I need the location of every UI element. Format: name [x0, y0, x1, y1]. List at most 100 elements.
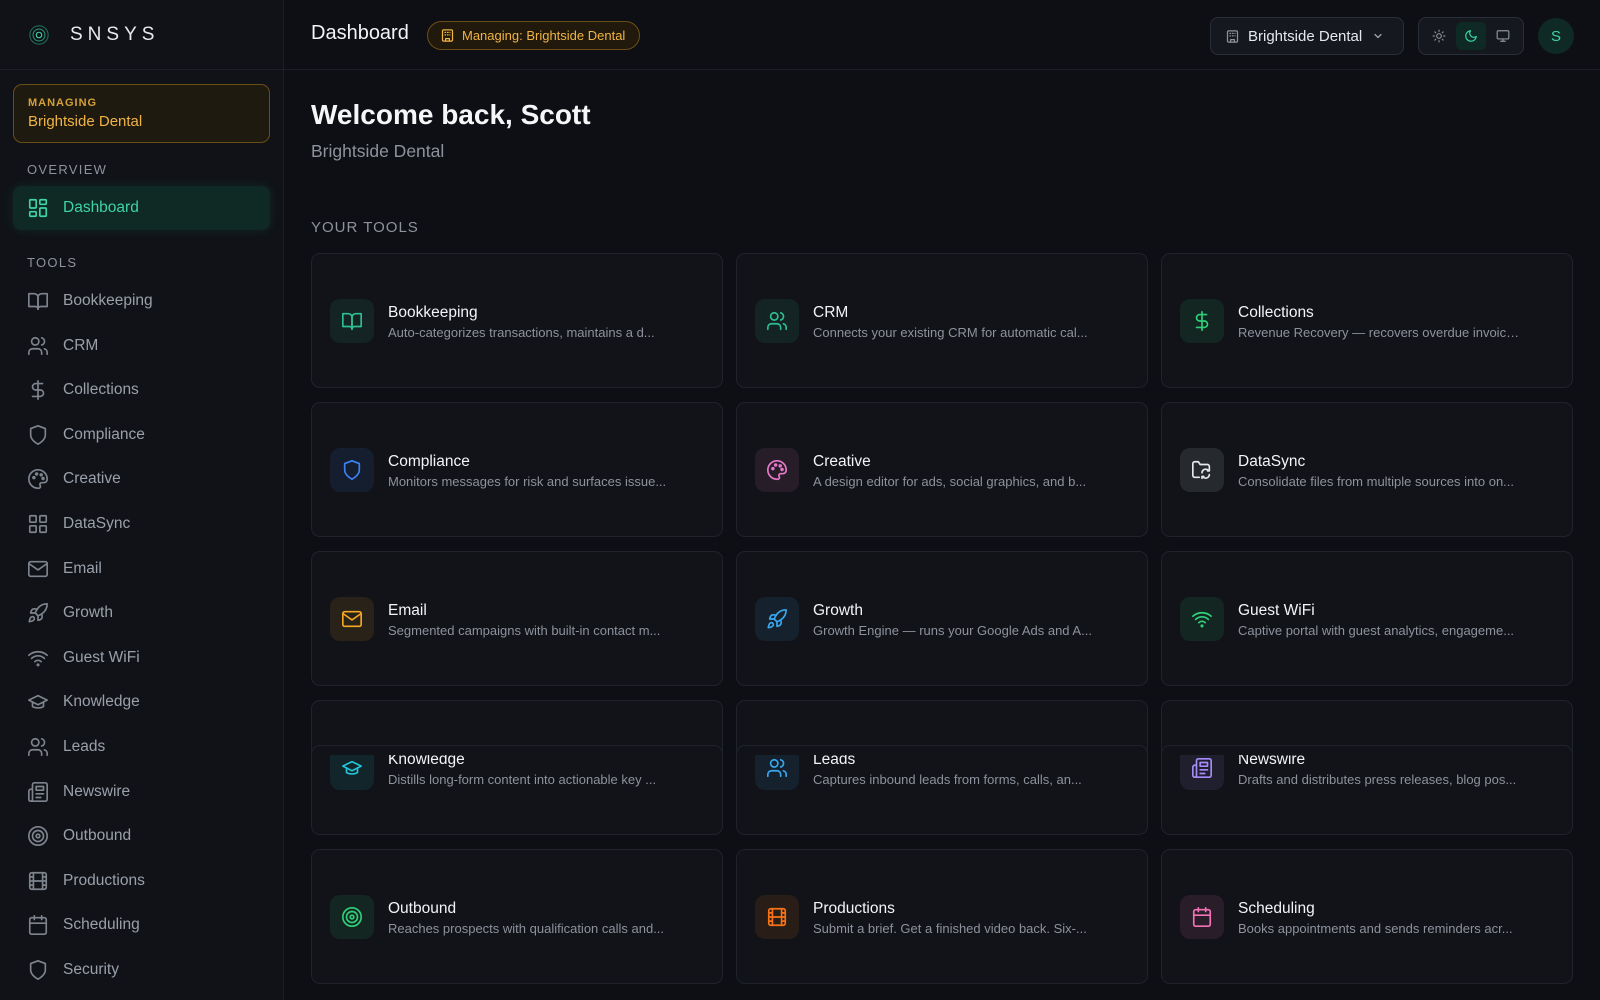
dark-theme-button[interactable] [1456, 22, 1486, 50]
chevron-down-icon [1374, 33, 1382, 39]
users-icon [27, 335, 49, 357]
sidebar-item-bookkeeping[interactable]: Bookkeeping [13, 279, 270, 323]
tools-section-label: TOOLS [27, 255, 78, 270]
shield-icon [27, 959, 49, 981]
sidebar-item-growth[interactable]: Growth [13, 591, 270, 635]
tool-card-newswire[interactable]: Newswire Drafts and distributes press rel… [1161, 700, 1573, 835]
tool-icon-tile [330, 299, 374, 343]
palette-icon [767, 460, 787, 481]
sidebar-item-security[interactable]: Security [13, 948, 270, 992]
tool-card-bookkeeping[interactable]: Bookkeeping Auto-categorizes transactions… [311, 253, 723, 388]
users-icon [767, 311, 787, 331]
sidebar-item-label: Productions [63, 871, 145, 889]
tool-card-datasync[interactable]: DataSync Consolidate files from multiple … [1161, 402, 1573, 537]
sidebar-item-scheduling[interactable]: Scheduling [13, 903, 270, 947]
tool-card-email[interactable]: Email Segmented campaigns with built-in c… [311, 551, 723, 686]
tool-description: Drafts and distributes press releases, b… [1238, 772, 1517, 787]
tool-description: Auto-categorizes transactions, maintains… [388, 325, 655, 340]
tool-icon-tile [755, 299, 799, 343]
tool-card-guest-wifi[interactable]: Guest WiFi Captive portal with guest anal… [1161, 551, 1573, 686]
tool-icon-tile [330, 895, 374, 939]
sun-icon [1432, 29, 1446, 43]
sidebar-item-label: Email [63, 559, 102, 577]
managing-card: MANAGING Brightside Dental [13, 84, 270, 143]
newspaper-icon [27, 781, 49, 803]
tool-icon-tile [1180, 299, 1224, 343]
sidebar-item-label: Compliance [63, 425, 145, 443]
sidebar-item-label: Knowledge [63, 693, 140, 711]
sidebar-item-newswire[interactable]: Newswire [13, 770, 270, 814]
tool-icon-tile [1180, 597, 1224, 641]
newspaper-icon [1192, 758, 1212, 778]
newspaper-icon [28, 781, 48, 802]
tool-card[interactable] [1161, 745, 1573, 755]
brand[interactable]: SNSYS [0, 0, 283, 70]
topbar: Dashboard Managing: Brightside Dental Br… [284, 0, 1600, 70]
tool-card-compliance[interactable]: Compliance Monitors messages for risk and… [311, 402, 723, 537]
tool-card-growth[interactable]: Growth Growth Engine — runs your Google A… [736, 551, 1148, 686]
book-icon [342, 312, 362, 331]
sidebar-item-compliance[interactable]: Compliance [13, 413, 270, 457]
tool-title: Email [388, 602, 427, 619]
tool-card-collections[interactable]: Collections Revenue Recovery — recovers o… [1161, 253, 1573, 388]
managing-badge: Managing: Brightside Dental [427, 21, 641, 50]
tool-card-outbound[interactable]: Outbound Reaches prospects with qualifica… [311, 849, 723, 984]
user-avatar[interactable]: S [1538, 18, 1574, 54]
tool-icon-tile [1180, 895, 1224, 939]
managing-label: MANAGING [28, 97, 98, 109]
sidebar-item-knowledge[interactable]: Knowledge [13, 680, 270, 724]
tool-description: Connects your existing CRM for automatic… [813, 325, 1088, 340]
building-icon [441, 29, 454, 42]
tool-card-knowledge[interactable]: Knowledge Distills long-form content into… [311, 700, 723, 835]
tool-description: Growth Engine — runs your Google Ads and… [813, 623, 1092, 638]
sidebar-item-label: Bookkeeping [63, 292, 153, 309]
mail-icon [27, 558, 49, 580]
tool-title: Scheduling [1238, 900, 1315, 917]
grid-icon [28, 514, 48, 534]
sidebar-item-label: Creative [63, 470, 121, 488]
dashboard-icon [28, 198, 48, 218]
light-theme-button[interactable] [1424, 22, 1454, 50]
dollar-icon [27, 379, 49, 401]
organization-select-value: Brightside Dental [1248, 27, 1363, 45]
wifi-icon [28, 650, 48, 667]
sidebar-item-collections[interactable]: Collections [13, 368, 270, 412]
sidebar-item-outbound[interactable]: Outbound [13, 814, 270, 858]
rocket-icon [28, 603, 48, 623]
calendar-icon [1192, 907, 1212, 927]
sidebar-item-dashboard[interactable]: Dashboard [13, 186, 270, 230]
tool-card[interactable] [736, 745, 1148, 755]
tool-card-crm[interactable]: CRM Connects your existing CRM for automa… [736, 253, 1148, 388]
tool-icon-tile [330, 448, 374, 492]
logo-icon [29, 24, 49, 45]
book-icon [27, 290, 49, 312]
tool-description: Submit a brief. Get a finished video bac… [813, 921, 1087, 936]
system-theme-button[interactable] [1488, 22, 1518, 50]
graduation-cap-icon [342, 760, 362, 775]
tool-card-leads[interactable]: Leads Captures inbound leads from forms, … [736, 700, 1148, 835]
sidebar-item-label: CRM [63, 336, 99, 354]
calendar-icon [27, 914, 49, 936]
tool-card-scheduling[interactable]: Scheduling Books appointments and sends r… [1161, 849, 1573, 984]
page-title: Dashboard [311, 22, 409, 44]
tool-card-creative[interactable]: Creative A design editor for ads, social … [736, 402, 1148, 537]
tool-title: Productions [813, 900, 895, 917]
users-icon [28, 336, 48, 355]
tool-icon-tile [755, 597, 799, 641]
sidebar-item-datasync[interactable]: DataSync [13, 502, 270, 546]
organization-select[interactable]: Brightside Dental [1210, 17, 1404, 55]
film-icon [27, 870, 49, 892]
sidebar-item-productions[interactable]: Productions [13, 859, 270, 903]
film-icon [767, 907, 787, 927]
tool-card-productions[interactable]: Productions Submit a brief. Get a finishe… [736, 849, 1148, 984]
tool-description: Distills long-form content into actionab… [388, 772, 657, 787]
tool-description: Consolidate files from multiple sources … [1238, 474, 1515, 489]
sidebar-item-email[interactable]: Email [13, 547, 270, 591]
sidebar-item-leads[interactable]: Leads [13, 725, 270, 769]
mail-icon [342, 610, 362, 628]
tool-card[interactable] [311, 745, 723, 755]
sidebar-item-creative[interactable]: Creative [13, 457, 270, 501]
sidebar-item-guest-wifi[interactable]: Guest WiFi [13, 636, 270, 680]
dollar-icon [31, 380, 45, 401]
sidebar-item-crm[interactable]: CRM [13, 324, 270, 368]
